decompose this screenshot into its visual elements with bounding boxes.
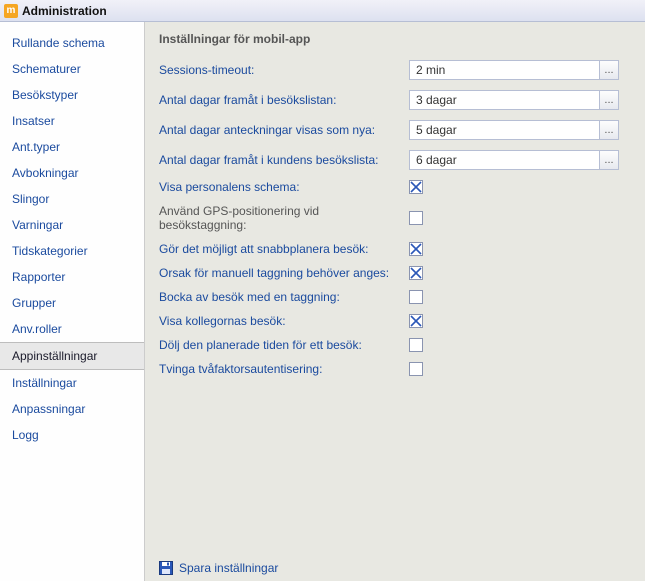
app-icon: m	[4, 4, 18, 18]
form-label: Orsak för manuell taggning behöver anges…	[159, 266, 409, 280]
form-label: Dölj den planerade tiden för ett besök:	[159, 338, 409, 352]
sidebar-item-13[interactable]: Inställningar	[0, 370, 144, 396]
form-label: Antal dagar framåt i besökslistan:	[159, 93, 409, 107]
save-label: Spara inställningar	[179, 561, 278, 575]
sidebar-item-label: Appinställningar	[12, 349, 97, 363]
combo-1: ...	[409, 90, 619, 110]
combo-input-1[interactable]	[409, 90, 599, 110]
sidebar-item-10[interactable]: Grupper	[0, 290, 144, 316]
sidebar-item-2[interactable]: Besökstyper	[0, 82, 144, 108]
form-row-check-4: Bocka av besök med en taggning:	[159, 290, 631, 304]
form-label: Visa personalens schema:	[159, 180, 409, 194]
form-row-combo-1: Antal dagar framåt i besökslistan:...	[159, 90, 631, 110]
sidebar: Rullande schema Schematurer Besökstyper Ins…	[0, 22, 145, 581]
sidebar-item-4[interactable]: Ant.typer	[0, 134, 144, 160]
sidebar-item-label: Grupper	[12, 296, 56, 310]
form-row-combo-2: Antal dagar anteckningar visas som nya:.…	[159, 120, 631, 140]
form-row-check-3: Orsak för manuell taggning behöver anges…	[159, 266, 631, 280]
sidebar-item-label: Ant.typer	[12, 140, 60, 154]
combo-dropdown-button-1[interactable]: ...	[599, 90, 619, 110]
sidebar-item-label: Logg	[12, 428, 39, 442]
combo-dropdown-button-3[interactable]: ...	[599, 150, 619, 170]
sidebar-item-1[interactable]: Schematurer	[0, 56, 144, 82]
sidebar-item-0[interactable]: Rullande schema	[0, 30, 144, 56]
sidebar-item-11[interactable]: Anv.roller	[0, 316, 144, 342]
sidebar-item-3[interactable]: Insatser	[0, 108, 144, 134]
save-icon	[159, 561, 173, 575]
main-panel: Inställningar för mobil-app Sessions-tim…	[145, 22, 645, 581]
form-row-check-0: Visa personalens schema:	[159, 180, 631, 194]
form-row-check-5: Visa kollegornas besök:	[159, 314, 631, 328]
sidebar-item-label: Avbokningar	[12, 166, 79, 180]
sidebar-item-label: Anpassningar	[12, 402, 85, 416]
checkbox-1[interactable]	[409, 211, 423, 225]
sidebar-item-label: Tidskategorier	[12, 244, 88, 258]
sidebar-item-label: Rapporter	[12, 270, 65, 284]
combo-dropdown-button-2[interactable]: ...	[599, 120, 619, 140]
form-row-check-1: Använd GPS-positionering vid besökstaggn…	[159, 204, 631, 232]
checkbox-3[interactable]	[409, 266, 423, 280]
sidebar-item-label: Inställningar	[12, 376, 77, 390]
sidebar-item-14[interactable]: Anpassningar	[0, 396, 144, 422]
form-label: Använd GPS-positionering vid besökstaggn…	[159, 204, 409, 232]
sidebar-item-label: Anv.roller	[12, 322, 62, 336]
form-row-combo-0: Sessions-timeout:...	[159, 60, 631, 80]
page-title: Administration	[22, 4, 107, 18]
combo-2: ...	[409, 120, 619, 140]
form-label: Antal dagar anteckningar visas som nya:	[159, 123, 409, 137]
checkbox-4[interactable]	[409, 290, 423, 304]
sidebar-item-label: Insatser	[12, 114, 55, 128]
form-label: Sessions-timeout:	[159, 63, 409, 77]
checkbox-5[interactable]	[409, 314, 423, 328]
sidebar-item-15[interactable]: Logg	[0, 422, 144, 448]
checkbox-6[interactable]	[409, 338, 423, 352]
sidebar-item-5[interactable]: Avbokningar	[0, 160, 144, 186]
sidebar-item-8[interactable]: Tidskategorier	[0, 238, 144, 264]
sidebar-item-label: Rullande schema	[12, 36, 105, 50]
combo-input-0[interactable]	[409, 60, 599, 80]
form-row-combo-3: Antal dagar framåt i kundens besökslista…	[159, 150, 631, 170]
sidebar-item-label: Varningar	[12, 218, 63, 232]
section-title: Inställningar för mobil-app	[159, 32, 631, 46]
combo-0: ...	[409, 60, 619, 80]
form-label: Visa kollegornas besök:	[159, 314, 409, 328]
checkbox-2[interactable]	[409, 242, 423, 256]
sidebar-item-label: Slingor	[12, 192, 49, 206]
form-row-check-7: Tvinga tvåfaktorsautentisering:	[159, 362, 631, 376]
combo-dropdown-button-0[interactable]: ...	[599, 60, 619, 80]
form-label: Gör det möjligt att snabbplanera besök:	[159, 242, 409, 256]
form-row-check-2: Gör det möjligt att snabbplanera besök:	[159, 242, 631, 256]
sidebar-item-6[interactable]: Slingor	[0, 186, 144, 212]
sidebar-item-7[interactable]: Varningar	[0, 212, 144, 238]
checkbox-7[interactable]	[409, 362, 423, 376]
form-row-check-6: Dölj den planerade tiden för ett besök:	[159, 338, 631, 352]
form-label: Tvinga tvåfaktorsautentisering:	[159, 362, 409, 376]
form-label: Bocka av besök med en taggning:	[159, 290, 409, 304]
combo-3: ...	[409, 150, 619, 170]
sidebar-item-9[interactable]: Rapporter	[0, 264, 144, 290]
titlebar: m Administration	[0, 0, 645, 22]
form-label: Antal dagar framåt i kundens besökslista…	[159, 153, 409, 167]
combo-input-3[interactable]	[409, 150, 599, 170]
save-button[interactable]: Spara inställningar	[159, 551, 631, 575]
sidebar-item-label: Besökstyper	[12, 88, 78, 102]
checkbox-0[interactable]	[409, 180, 423, 194]
sidebar-item-12[interactable]: Appinställningar	[0, 342, 144, 370]
sidebar-item-label: Schematurer	[12, 62, 81, 76]
combo-input-2[interactable]	[409, 120, 599, 140]
